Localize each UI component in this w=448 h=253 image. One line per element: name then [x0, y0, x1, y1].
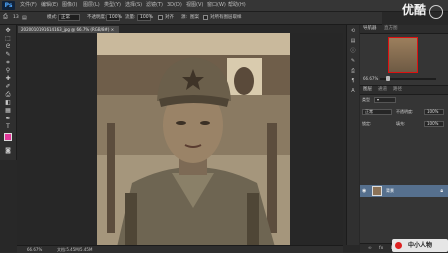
sample-all-checkbox[interactable]	[203, 15, 208, 20]
site-watermark-logo: 中小人物	[392, 239, 448, 252]
menu-view[interactable]: 视图(V)	[186, 2, 203, 9]
tab-channels[interactable]: 通道	[378, 87, 387, 93]
move-tool-icon[interactable]: ✥	[4, 27, 12, 34]
canvas-workspace[interactable]	[17, 33, 343, 247]
document-title: 2020010191614163_jpg @ 66.7% (RGB/8#) ×	[21, 27, 115, 32]
eye-icon[interactable]: ◉	[362, 188, 366, 194]
tab-paths[interactable]: 路径	[393, 87, 402, 93]
menu-bar: Ps 文件(F) 编辑(E) 图像(I) 图层(L) 类型(Y) 选择(S) 滤…	[0, 0, 448, 19]
opacity-label: 不透明度:	[87, 15, 107, 20]
panel-icon-strip: ⟲ ▤ ⓘ ✎ ⎙ ¶ A	[346, 25, 359, 245]
paragraph-icon[interactable]: ¶	[349, 78, 357, 85]
navigator-header: 导航器 直方图	[360, 25, 448, 34]
options-bar: ⎙ 13 ▤ 模式: 正常 不透明度: 100% 流量: 100% 对齐 源: …	[0, 12, 382, 25]
flow-label: 流量:	[125, 15, 136, 20]
menu-filter[interactable]: 滤镜(T)	[146, 2, 163, 9]
lock-icon: 🔒︎	[440, 188, 443, 194]
fill-input[interactable]: 100%	[424, 121, 444, 127]
menu-help[interactable]: 帮助(H)	[228, 2, 246, 9]
blend-mode-select[interactable]: 正常	[362, 109, 392, 115]
tab-navigator[interactable]: 导航器	[363, 26, 377, 32]
lock-label: 锁定:	[362, 121, 372, 126]
tab-histogram[interactable]: 直方图	[384, 26, 398, 32]
status-zoom[interactable]: 66.67%	[27, 247, 42, 252]
history-icon[interactable]: ⟲	[349, 28, 357, 35]
menu-file[interactable]: 文件(F)	[20, 2, 37, 9]
pattern-label[interactable]: 图案	[190, 15, 199, 21]
mode-select[interactable]: 正常	[58, 14, 80, 21]
layer-opacity-label: 不透明度:	[396, 109, 414, 114]
menu-type[interactable]: 类型(Y)	[104, 2, 121, 9]
layer-thumbnail	[372, 186, 382, 196]
character-icon[interactable]: A	[349, 88, 357, 95]
menu-3d[interactable]: 3D(D)	[167, 2, 182, 9]
logo-dot-icon	[395, 242, 402, 249]
layer-kind-label: 类型	[362, 97, 370, 102]
toolbox: ✥ ⬚ ᘓ ✎ ⌗ ⚲ ✚ ✐ ⎙ ◧ ▦ ✒ T ◙	[0, 25, 17, 160]
layer-row-background[interactable]: ◉ 背景 🔒︎	[360, 185, 448, 197]
foreground-color-swatch[interactable]	[4, 133, 12, 141]
brush-tool-icon[interactable]: ✐	[4, 83, 12, 90]
layer-opacity-input[interactable]: 100%	[424, 109, 444, 115]
sample-all-label: 对所有图层取样	[210, 15, 242, 20]
quick-select-tool-icon[interactable]: ✎	[4, 51, 12, 58]
lasso-tool-icon[interactable]: ᘓ	[4, 43, 12, 50]
menu-edit[interactable]: 编辑(E)	[41, 2, 58, 9]
status-doc-size: 文档:5.45M/5.45M	[57, 247, 93, 252]
video-watermark: 优酷	[401, 3, 426, 17]
layer-name[interactable]: 背景	[386, 188, 394, 194]
menu-layer[interactable]: 图层(L)	[83, 2, 100, 9]
eyedropper-tool-icon[interactable]: ⚲	[4, 67, 12, 74]
brush-presets-icon[interactable]: ✎	[349, 58, 357, 65]
site-watermark-text: 中小人物	[407, 242, 432, 249]
fx-icon[interactable]: fx	[379, 246, 383, 251]
brush-size[interactable]: 13	[13, 15, 19, 21]
navigator-zoom-slider[interactable]	[380, 76, 436, 81]
clone-stamp-preset-icon[interactable]: ⎙	[3, 14, 8, 20]
quick-mask-icon[interactable]: ◙	[4, 147, 12, 154]
link-icon[interactable]: ∞	[368, 246, 372, 251]
type-tool-icon[interactable]: T	[4, 123, 12, 130]
eraser-tool-icon[interactable]: ◧	[4, 99, 12, 106]
source-label: 源:	[181, 15, 188, 20]
healing-brush-tool-icon[interactable]: ✚	[4, 75, 12, 82]
clone-stamp-tool-icon[interactable]: ⎙	[4, 91, 12, 98]
navigator-thumbnail[interactable]	[388, 37, 418, 73]
menu-window[interactable]: 窗口(W)	[207, 2, 226, 9]
portrait-photo	[97, 33, 290, 247]
opacity-input[interactable]: 100%	[106, 14, 122, 21]
aligned-checkbox[interactable]	[158, 15, 163, 20]
menu-select[interactable]: 选择(S)	[125, 2, 142, 9]
right-panels: 导航器 直方图 66.67% 图层 通道 路径 类型 ▾ 正常 不透明度: 10…	[360, 25, 448, 253]
tab-layers[interactable]: 图层	[363, 87, 372, 93]
marquee-tool-icon[interactable]: ⬚	[4, 35, 12, 42]
navigator-zoom[interactable]: 66.67%	[363, 76, 378, 81]
navigator-zoom-knob[interactable]	[386, 76, 390, 81]
aligned-label: 对齐	[165, 15, 174, 20]
photo-canvas[interactable]	[97, 33, 290, 247]
photoshop-window: Ps 文件(F) 编辑(E) 图像(I) 图层(L) 类型(Y) 选择(S) 滤…	[0, 0, 448, 253]
document-tab[interactable]: 2020010191614163_jpg @ 66.7% (RGB/8#) ×	[18, 26, 119, 33]
properties-icon[interactable]: ▤	[349, 38, 357, 45]
clone-source-icon[interactable]: ⎙	[349, 68, 357, 75]
layer-kind-filter[interactable]: ▾	[374, 97, 396, 103]
crop-tool-icon[interactable]: ⌗	[4, 59, 12, 66]
photoshop-logo: Ps	[2, 1, 15, 10]
layers-header: 图层 通道 路径	[360, 85, 448, 95]
info-icon[interactable]: ⓘ	[349, 48, 357, 55]
watermark-circle-icon	[429, 5, 443, 19]
pen-tool-icon[interactable]: ✒	[4, 115, 12, 122]
flow-input[interactable]: 100%	[137, 14, 153, 21]
fill-label: 填充:	[396, 121, 406, 126]
gradient-tool-icon[interactable]: ▦	[4, 107, 12, 114]
mode-label: 模式:	[47, 15, 58, 20]
menu-image[interactable]: 图像(I)	[62, 2, 77, 9]
brush-panel-icon[interactable]: ▤	[22, 15, 27, 21]
